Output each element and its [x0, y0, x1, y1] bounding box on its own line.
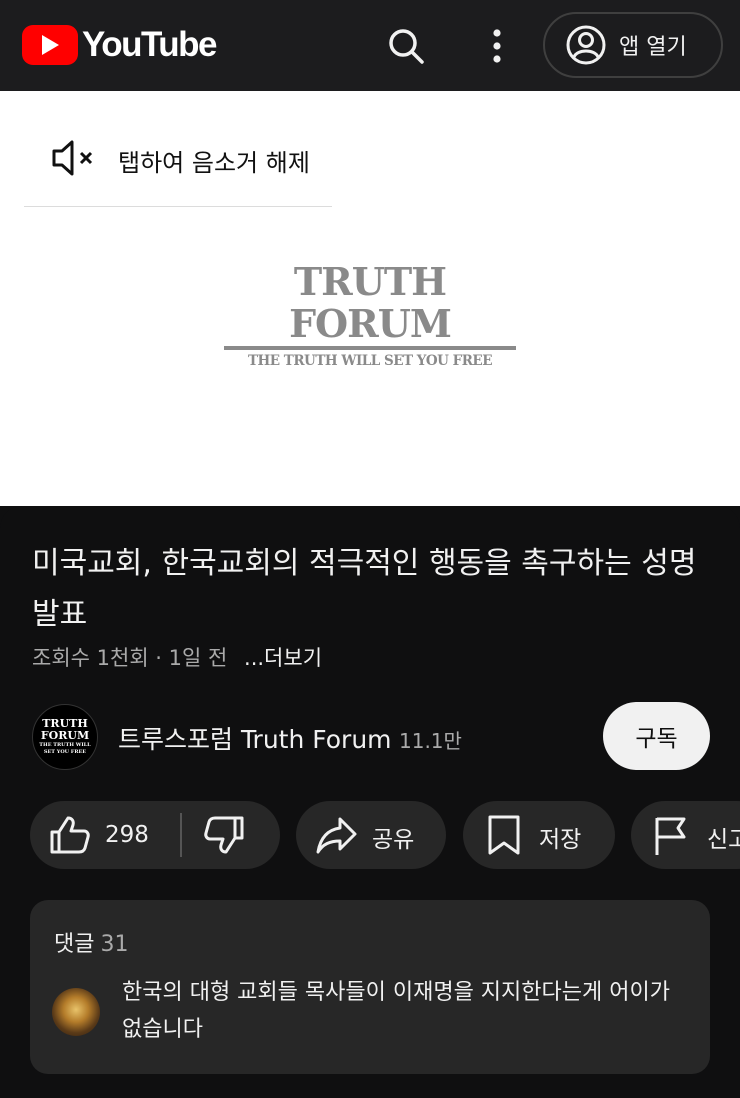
open-app-button[interactable]: 앱 열기: [543, 12, 723, 78]
truth-forum-logo-title: TRUTH FORUM: [289, 259, 452, 346]
like-button[interactable]: 298: [48, 813, 149, 857]
logo-divider: [224, 346, 516, 350]
video-player[interactable]: 탭하여 음소거 해제 TRUTH FORUM THE TRUTH WILL SE…: [0, 91, 740, 506]
thumbs-up-icon: [48, 813, 92, 857]
youtube-wordmark: YouTube: [82, 25, 218, 64]
comments-count: 31: [100, 932, 129, 957]
truth-forum-logo-tagline: THE TRUTH WILL SET YOU FREE: [247, 353, 493, 369]
thumbs-down-icon: [202, 813, 246, 857]
channel-avatar[interactable]: TRUTH FORUM THE TRUTH WILL SET YOU FREE: [32, 704, 98, 770]
share-icon: [314, 813, 358, 857]
like-dislike-divider: [180, 813, 182, 857]
report-button[interactable]: 신고: [631, 801, 740, 869]
save-label: 저장: [539, 827, 582, 853]
show-more-link[interactable]: ...더보기: [244, 646, 322, 670]
youtube-logo[interactable]: YouTube: [22, 25, 218, 65]
like-count: 298: [105, 822, 149, 848]
flag-icon: [651, 813, 691, 857]
commenter-avatar: [52, 988, 100, 1036]
dislike-button[interactable]: [202, 813, 246, 857]
muted-speaker-icon: [50, 138, 96, 178]
comments-label: 댓글: [54, 932, 95, 957]
subscriber-count: 11.1만: [399, 729, 462, 753]
save-button[interactable]: 저장: [463, 801, 615, 869]
more-vert-icon[interactable]: [484, 26, 510, 66]
channel-name[interactable]: 트루스포럼 Truth Forum: [118, 720, 392, 756]
top-app-bar: YouTube 앱 열기: [0, 0, 740, 91]
avatar-text-line: SET YOU FREE: [43, 749, 87, 755]
watch-metadata: 미국교회, 한국교회의 적극적인 행동을 촉구하는 성명 발표 조회수 1천회 …: [0, 506, 740, 1098]
like-dislike-group: 298: [30, 801, 280, 869]
report-label: 신고: [707, 827, 740, 853]
view-count-and-date: 조회수 1천회 · 1일 전: [32, 646, 228, 670]
truth-forum-logo: TRUTH FORUM THE TRUTH WILL SET YOU FREE: [224, 261, 516, 369]
video-title[interactable]: 미국교회, 한국교회의 적극적인 행동을 촉구하는 성명 발표: [32, 538, 722, 640]
youtube-logo-icon: [22, 25, 78, 65]
open-app-label: 앱 열기: [619, 35, 687, 60]
share-label: 공유: [372, 827, 415, 853]
account-icon: [565, 24, 607, 66]
avatar-text-line: THE TRUTH WILL: [39, 742, 91, 748]
avatar-text-line: FORUM: [40, 729, 90, 742]
video-meta[interactable]: 조회수 1천회 · 1일 전 ...더보기: [32, 642, 322, 672]
top-comment-text: 한국의 대형 교회들 목사들이 이재명을 지지한다는게 어이가 없습니다: [122, 980, 670, 1042]
share-button[interactable]: 공유: [296, 801, 446, 869]
comments-header: 댓글 31: [54, 926, 128, 958]
unmute-label: 탭하여 음소거 해제: [118, 149, 310, 177]
comments-teaser[interactable]: 댓글 31 한국의 대형 교회들 목사들이 이재명을 지지한다는게 어이가 없습니…: [30, 900, 710, 1074]
subscribe-button[interactable]: 구독: [603, 702, 710, 770]
search-icon[interactable]: [384, 24, 428, 68]
bookmark-icon: [485, 813, 525, 857]
unmute-banner[interactable]: 탭하여 음소거 해제: [24, 91, 332, 207]
